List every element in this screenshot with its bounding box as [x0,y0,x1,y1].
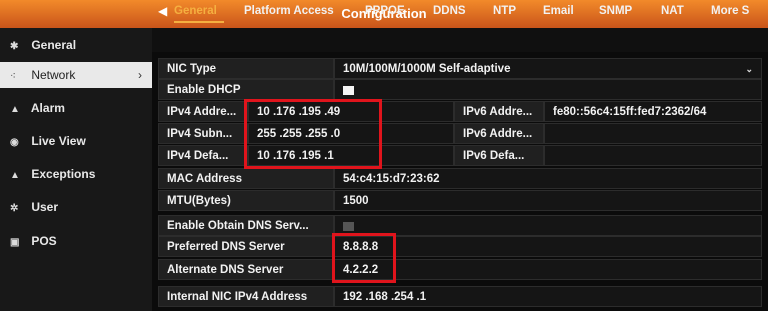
sidebar-item-general[interactable]: ✱ General [0,32,152,58]
section-divider [158,280,762,284]
ipv6-address2-label: IPv6 Addre... [454,123,544,144]
ipv6-address2-value [544,123,762,144]
mac-address-value: 54:c4:15:d7:23:62 [334,168,762,189]
nic-type-label: NIC Type [158,58,334,79]
highlight-box-dns [332,233,396,283]
tab-nat[interactable]: NAT [661,5,684,17]
internal-nic-ipv4-field[interactable]: 192 .168 .254 .1 [334,286,762,307]
tab-ntp[interactable]: NTP [493,5,516,17]
eye-icon: ◉ [10,137,19,148]
active-tab-indicator [174,21,224,23]
enable-dhcp-cell [334,79,762,100]
tab-email[interactable]: Email [543,5,574,17]
enable-obtain-dns-label: Enable Obtain DNS Serv... [158,215,334,236]
ipv6-address-label: IPv6 Addre... [454,101,544,122]
sidebar-item-label: Exceptions [31,167,96,181]
form-row-nic-type: NIC Type 10M/100M/1000M Self-adaptive ⌄ [158,58,762,79]
mac-address-label: MAC Address [158,168,334,189]
preferred-dns-label: Preferred DNS Server [158,236,334,257]
nic-type-value: 10M/100M/1000M Self-adaptive [343,63,511,75]
tab-ddns[interactable]: DDNS [433,5,466,17]
sidebar-item-network[interactable]: ⁖ Network › [0,62,152,88]
highlight-box-ipv4 [244,99,382,169]
sidebar-item-pos[interactable]: ▣ POS [0,228,152,254]
preferred-dns-field[interactable]: 8.8.8.8 [334,236,762,257]
form-row-internal-nic: Internal NIC IPv4 Address 192 .168 .254 … [158,286,762,307]
sidebar-item-label: Alarm [30,101,65,115]
gear-icon: ✱ [10,41,19,52]
ipv6-gateway-label: IPv6 Defa... [454,145,544,166]
sidebar-item-label: POS [31,234,57,248]
tab-general[interactable]: General [174,5,217,17]
enable-obtain-dns-checkbox[interactable] [343,222,354,231]
alarm-icon: ▲ [10,104,20,115]
ipv6-gateway-value [544,145,762,166]
user-icon: ✲ [10,203,19,214]
enable-dhcp-checkbox[interactable] [343,86,354,95]
sidebar-item-label: Live View [31,134,86,148]
alternate-dns-label: Alternate DNS Server [158,259,334,280]
ipv4-subnet-label: IPv4 Subn... [158,123,248,144]
warning-icon: ▲ [10,170,20,181]
ipv6-address-value: fe80::56c4:15ff:fed7:2362/64 [544,101,762,122]
form-row-alternate-dns: Alternate DNS Server 4.2.2.2 [158,259,762,280]
form-row-mtu: MTU(Bytes) 1500 [158,190,762,211]
form-row-mac: MAC Address 54:c4:15:d7:23:62 [158,168,762,189]
form-row-preferred-dns: Preferred DNS Server 8.8.8.8 [158,236,762,257]
internal-nic-ipv4-label: Internal NIC IPv4 Address [158,286,334,307]
tab-platform-access[interactable]: Platform Access [244,5,334,17]
pos-icon: ▣ [10,237,20,248]
sidebar-item-label: Network [31,68,76,82]
sidebar-item-user[interactable]: ✲ User [0,194,152,220]
enable-dhcp-label: Enable DHCP [158,79,334,100]
sidebar-item-exceptions[interactable]: ▲ Exceptions [0,161,152,187]
network-icon: ⁖ [10,71,16,82]
alternate-dns-field[interactable]: 4.2.2.2 [334,259,762,280]
sidebar-item-label: User [31,200,59,214]
sidebar-item-label: General [31,38,77,52]
sidebar-item-live-view[interactable]: ◉ Live View [0,128,152,154]
sidebar: ✱ General ⁖ Network › ▲ Alarm ◉ Live Vie… [0,28,152,311]
ipv4-gateway-label: IPv4 Defa... [158,145,248,166]
form-row-obtain-dns: Enable Obtain DNS Serv... [158,215,762,236]
tab-snmp[interactable]: SNMP [599,5,632,17]
mtu-label: MTU(Bytes) [158,190,334,211]
tab-bar [152,28,768,52]
chevron-down-icon: ⌄ [745,64,753,74]
nic-type-select[interactable]: 10M/100M/1000M Self-adaptive ⌄ [334,58,762,79]
mtu-field[interactable]: 1500 [334,190,762,211]
form-row-enable-dhcp: Enable DHCP [158,79,762,100]
chevron-right-icon: › [138,68,142,82]
sidebar-item-alarm[interactable]: ▲ Alarm [0,95,152,121]
enable-obtain-dns-cell [334,215,762,236]
tab-pppoe[interactable]: PPPOE [365,5,405,17]
tab-scroll-left-icon[interactable]: ◀ [158,4,167,18]
tab-more[interactable]: More S [711,5,749,17]
ipv4-address-label: IPv4 Addre... [158,101,248,122]
